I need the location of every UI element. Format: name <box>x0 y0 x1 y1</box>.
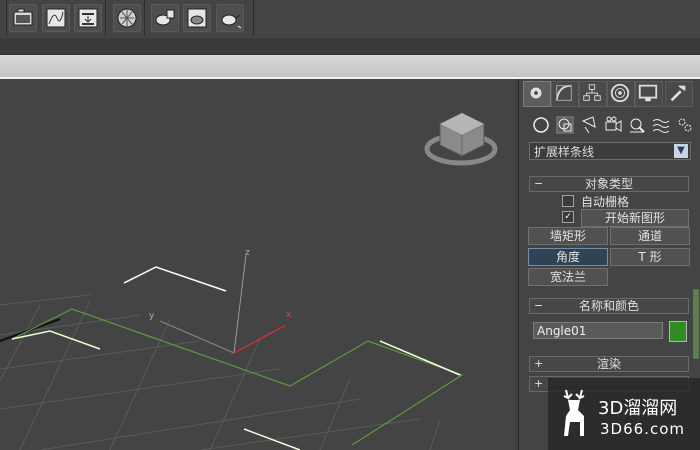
category-dropdown[interactable]: 扩展样条线 ▼ <box>529 142 691 160</box>
start-new-shape-button[interactable]: 开始新图形 <box>581 209 689 227</box>
perspective-viewport[interactable]: z y x <box>0 79 516 450</box>
ribbon-bar <box>0 55 700 79</box>
shapes-icon[interactable] <box>555 115 575 135</box>
motion-tab-icon[interactable] <box>607 81 635 107</box>
watermark-title: 3D溜溜网 <box>598 398 678 419</box>
object-color-swatch[interactable] <box>669 321 687 342</box>
watermark-url: 3D66.com <box>600 420 685 438</box>
create-tab-icon[interactable] <box>523 81 551 107</box>
angle-button[interactable]: 角度 <box>528 248 608 266</box>
display-tab-icon[interactable] <box>635 81 663 107</box>
gizmo-z-axis <box>233 254 247 354</box>
render-iterative-icon[interactable] <box>183 4 211 32</box>
systems-icon[interactable] <box>675 115 695 135</box>
wide-rectangle-button[interactable]: 墙矩形 <box>528 227 608 245</box>
material-editor-icon[interactable] <box>113 4 141 32</box>
space-warps-icon[interactable] <box>651 115 671 135</box>
utilities-tab-icon[interactable] <box>665 81 693 107</box>
deer-logo-icon <box>563 389 585 436</box>
category-dropdown-value: 扩展样条线 <box>534 145 595 159</box>
gizmo-y-axis <box>159 320 235 354</box>
rendering-title: 渲染 <box>596 357 621 371</box>
home-grid <box>0 294 441 450</box>
render-frame-icon[interactable] <box>74 4 102 32</box>
lights-icon[interactable] <box>579 115 599 135</box>
panel-scrollbar[interactable] <box>693 289 699 359</box>
rendering-rollout-header[interactable]: + 渲染 <box>529 356 689 372</box>
toolbar-separator-1 <box>104 0 106 36</box>
channel-button[interactable]: 通道 <box>610 227 690 245</box>
autogrid-checkbox[interactable] <box>562 195 574 207</box>
object-name-field[interactable]: Angle01 <box>533 322 663 339</box>
wide-flange-button[interactable]: 宽法兰 <box>528 268 608 286</box>
gizmo-y-label: y <box>149 311 155 321</box>
hierarchy-tab-icon[interactable] <box>579 81 607 107</box>
name-color-title: 名称和颜色 <box>578 299 639 313</box>
viewcube[interactable] <box>424 112 498 166</box>
expand-plus-icon: + <box>534 357 544 370</box>
teapot-render-icon[interactable] <box>216 4 244 32</box>
collapse-minus-icon: − <box>534 299 544 312</box>
render-production-icon[interactable] <box>151 4 179 32</box>
toolbar-group-left <box>0 0 7 36</box>
angle-shape-highlight-right <box>379 340 461 376</box>
modify-tab-icon[interactable] <box>551 81 579 107</box>
tee-button[interactable]: T 形 <box>610 248 690 266</box>
geometry-icon[interactable] <box>531 115 551 135</box>
collapse-minus-icon: − <box>534 177 544 190</box>
angle-shape-highlight-bottom <box>243 428 301 450</box>
object-type-rollout-header[interactable]: − 对象类型 <box>529 176 689 192</box>
viewport-canvas: z y x <box>0 112 498 450</box>
construction-line <box>123 266 227 292</box>
gizmo-x-axis <box>233 324 287 354</box>
chevron-down-icon[interactable]: ▼ <box>674 144 688 158</box>
expand-plus-icon: + <box>534 377 544 390</box>
main-toolbar <box>0 0 700 39</box>
render-setup-icon[interactable] <box>9 4 37 32</box>
site-watermark: 3D溜溜网 3D66.com <box>548 378 700 450</box>
name-color-rollout-header[interactable]: − 名称和颜色 <box>529 298 689 314</box>
secondary-toolbar <box>0 38 700 55</box>
cameras-icon[interactable] <box>603 115 623 135</box>
toolbar-separator-2 <box>143 0 145 36</box>
start-new-shape-checkbox[interactable]: ✓ <box>562 211 574 223</box>
curve-editor-icon[interactable] <box>42 4 70 32</box>
toolbar-separator-3 <box>252 0 254 36</box>
object-type-title: 对象类型 <box>584 177 633 191</box>
autogrid-label: 自动栅格 <box>581 195 630 209</box>
gizmo-x-label: x <box>286 310 292 320</box>
gizmo-z-label: z <box>245 248 250 258</box>
helpers-icon[interactable] <box>627 115 647 135</box>
